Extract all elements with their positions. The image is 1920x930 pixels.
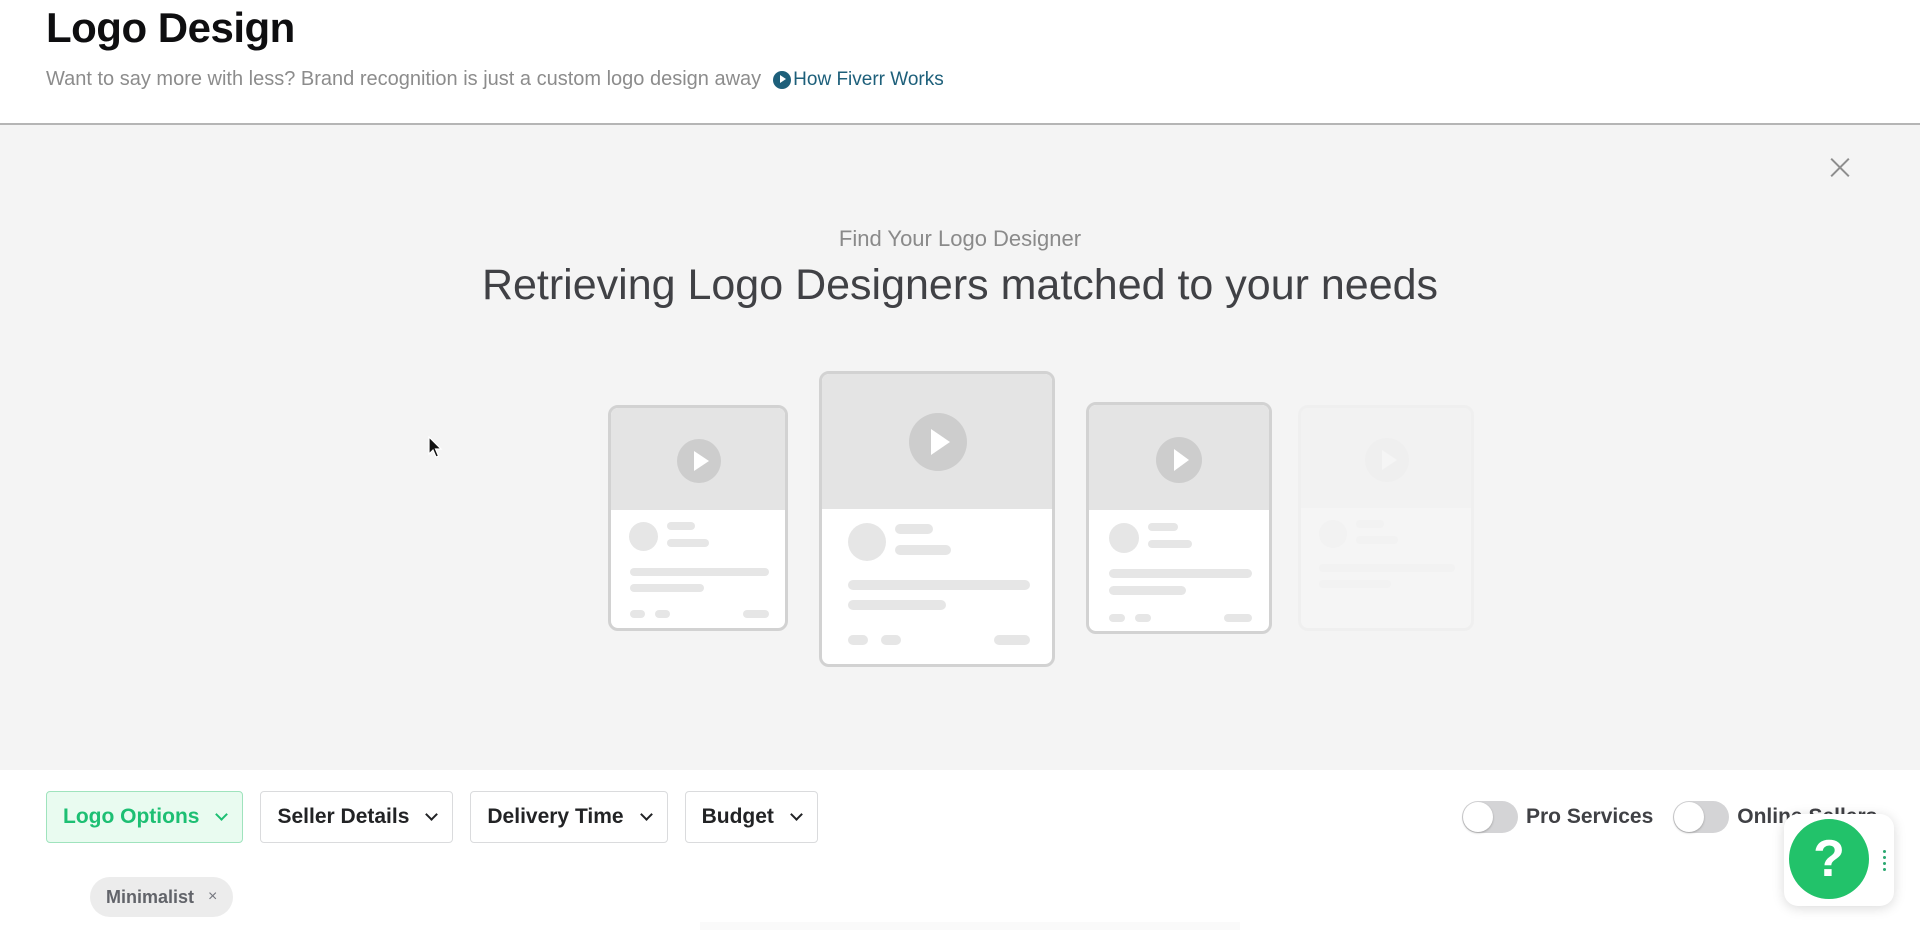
placeholder-line: [895, 545, 951, 555]
placeholder-card: [819, 371, 1055, 667]
placeholder-line: [1109, 586, 1186, 595]
filter-delivery-time[interactable]: Delivery Time: [470, 791, 668, 843]
placeholder-line: [994, 635, 1030, 645]
placeholder-line: [655, 610, 670, 618]
placeholder-line: [630, 584, 704, 592]
placeholder-line: [1148, 523, 1178, 531]
online-sellers-toggle[interactable]: [1673, 801, 1730, 833]
placeholder-line: [1356, 536, 1398, 544]
placeholder-thumbnail: [1301, 408, 1471, 508]
placeholder-line: [895, 524, 933, 534]
placeholder-line: [1319, 580, 1391, 588]
filter-label: Budget: [701, 805, 774, 828]
placeholder-line: [881, 635, 901, 645]
placeholder-avatar: [1319, 520, 1347, 548]
toggle-knob: [1674, 802, 1705, 832]
how-fiverr-works-label: How Fiverr Works: [793, 68, 944, 90]
chevron-down-icon: [639, 808, 653, 821]
page-subtitle: Want to say more with less? Brand recogn…: [46, 68, 762, 90]
more-options-icon[interactable]: [1883, 850, 1887, 872]
mouse-cursor-icon: [428, 436, 443, 458]
placeholder-thumbnail: [822, 374, 1052, 509]
tag-label: Minimalist: [106, 886, 195, 907]
toggle-knob: [1463, 802, 1493, 832]
filter-label: Delivery Time: [487, 805, 624, 828]
filter-label: Seller Details: [277, 805, 410, 828]
filter-logo-options[interactable]: Logo Options: [46, 791, 244, 843]
help-icon[interactable]: ?: [1786, 816, 1872, 902]
page-title: Logo Design: [46, 4, 295, 51]
filter-label: Logo Options: [63, 805, 200, 828]
placeholder-line: [743, 610, 769, 618]
play-circle-icon: [773, 70, 792, 89]
placeholder-line: [848, 580, 1030, 590]
placeholder-card: [608, 405, 788, 631]
chevron-down-icon: [425, 808, 439, 821]
play-icon: [677, 439, 721, 483]
placeholder-line: [667, 539, 709, 547]
placeholder-line: [848, 600, 946, 610]
placeholder-thumbnail: [1089, 405, 1269, 510]
chevron-down-icon: [215, 808, 229, 821]
pro-services-label: Pro Services: [1526, 805, 1654, 828]
placeholder-line: [630, 568, 769, 576]
placeholder-avatar: [629, 522, 658, 551]
placeholder-line: [630, 610, 645, 618]
chevron-down-icon: [790, 808, 803, 821]
placeholder-avatar: [1109, 523, 1139, 553]
help-widget: ?: [1784, 814, 1894, 906]
play-icon: [1365, 438, 1409, 482]
subtitle-row: Want to say more with less? Brand recogn…: [46, 68, 944, 91]
page-header: Logo Design Want to say more with less? …: [0, 0, 1920, 125]
placeholder-line: [1135, 614, 1151, 622]
filter-budget[interactable]: Budget: [684, 791, 818, 843]
pro-services-toggle-group[interactable]: Pro Services: [1462, 801, 1653, 833]
how-fiverr-works-link[interactable]: How Fiverr Works: [773, 69, 944, 91]
remove-tag-icon[interactable]: ×: [208, 888, 217, 906]
placeholder-line: [1224, 614, 1252, 622]
results-placeholder-edge: [700, 922, 1240, 930]
placeholder-card-fading: [1298, 405, 1474, 631]
applied-filter-tag: Minimalist ×: [90, 877, 234, 917]
close-icon[interactable]: [1826, 153, 1854, 181]
placeholder-line: [1319, 564, 1455, 572]
placeholder-line: [667, 522, 695, 530]
placeholder-line: [1356, 520, 1384, 528]
play-icon: [909, 413, 967, 471]
placeholder-thumbnail: [611, 408, 785, 510]
play-icon: [1156, 437, 1202, 483]
placeholder-avatar: [848, 523, 886, 561]
placeholder-line: [1109, 569, 1252, 578]
placeholder-line: [848, 635, 868, 645]
filter-seller-details[interactable]: Seller Details: [260, 791, 454, 843]
placeholder-card: [1086, 402, 1272, 634]
placeholder-line: [1109, 614, 1125, 622]
placeholder-line: [1148, 540, 1192, 548]
pro-services-toggle[interactable]: [1462, 801, 1518, 833]
panel-headline: Retrieving Logo Designers matched to you…: [481, 261, 1439, 309]
panel-eyebrow: Find Your Logo Designer: [838, 226, 1082, 251]
filter-bar: Logo Options Seller Details Delivery Tim…: [46, 791, 818, 843]
